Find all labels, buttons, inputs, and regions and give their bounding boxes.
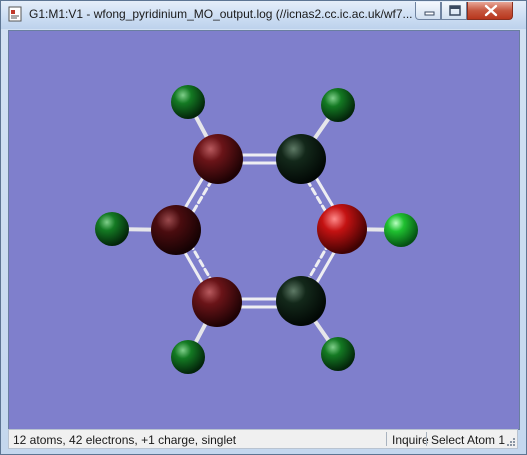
maximize-button[interactable] [441,2,467,20]
hydrogen-atom[interactable] [321,337,355,371]
hydrogen-atom-nh[interactable] [384,213,418,247]
molecule-view-window: G1:M1:V1 - wfong_pyridinium_MO_output.lo… [0,0,527,455]
window-title: G1:M1:V1 - wfong_pyridinium_MO_output.lo… [29,7,413,21]
mouse-mode-indicator: Inquire [392,433,429,447]
hydrogen-atom[interactable] [171,340,205,374]
carbon-atom[interactable] [151,205,201,255]
molecule-canvas[interactable] [9,31,519,429]
maximize-icon [449,5,461,16]
status-divider [386,432,387,446]
nitrogen-atom[interactable] [317,204,367,254]
minimize-icon [424,11,435,16]
status-divider [426,432,427,446]
title-bar[interactable]: G1:M1:V1 - wfong_pyridinium_MO_output.lo… [1,1,526,29]
minimize-button[interactable] [415,2,441,20]
close-button[interactable] [467,2,513,20]
hydrogen-atom[interactable] [321,88,355,122]
close-icon [484,4,498,17]
status-bar: 12 atoms, 42 electrons, +1 charge, singl… [8,429,518,449]
molecule-viewport[interactable] [8,30,520,430]
carbon-atom[interactable] [276,276,326,326]
carbon-atom[interactable] [193,134,243,184]
resize-grip-icon[interactable] [506,437,516,447]
current-action-indicator: Select Atom 1 [431,433,506,447]
carbon-atom[interactable] [276,134,326,184]
carbon-atom[interactable] [192,277,242,327]
hydrogen-atom[interactable] [95,212,129,246]
gaussview-document-icon[interactable] [7,6,23,22]
hydrogen-atom[interactable] [171,85,205,119]
molecule-summary: 12 atoms, 42 electrons, +1 charge, singl… [13,433,237,447]
